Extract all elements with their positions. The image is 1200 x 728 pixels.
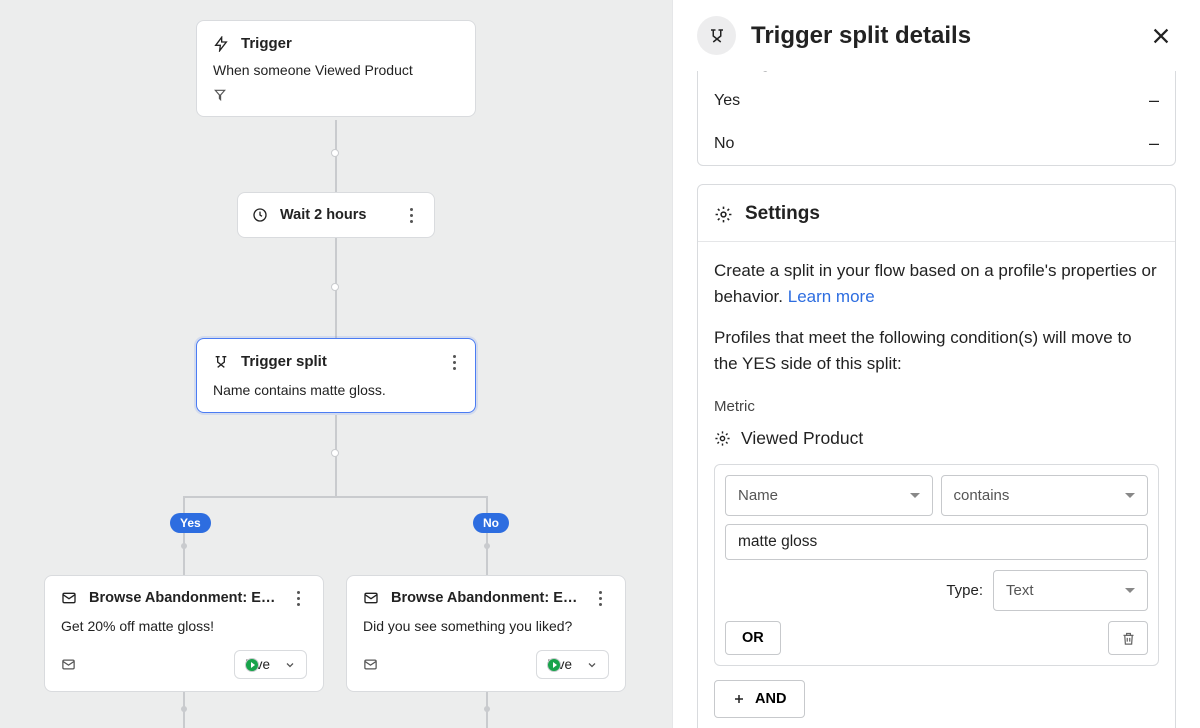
split-icon: [697, 16, 736, 55]
operator-dropdown[interactable]: contains: [941, 475, 1149, 516]
trigger-node[interactable]: Trigger When someone Viewed Product: [196, 20, 476, 117]
connector-dot: [331, 449, 339, 457]
waiting-label: Waiting: [714, 71, 770, 73]
settings-description-2: Profiles that meet the following conditi…: [714, 325, 1159, 378]
email-no-menu-button[interactable]: [591, 591, 609, 606]
email-yes-menu-button[interactable]: [289, 591, 307, 606]
type-dropdown[interactable]: Text: [993, 570, 1148, 611]
no-label: No: [714, 135, 734, 153]
split-subtitle: Name contains matte gloss.: [213, 382, 459, 398]
status-dropdown-no[interactable]: Live: [536, 650, 609, 679]
details-panel: Trigger split details Waiting Yes – No – S…: [672, 0, 1200, 728]
mail-icon: [61, 590, 77, 606]
stats-card: Waiting Yes – No –: [697, 71, 1176, 166]
type-label: Type:: [946, 579, 983, 602]
lightning-icon: [213, 36, 229, 52]
and-button[interactable]: AND: [714, 680, 805, 718]
learn-more-link[interactable]: Learn more: [788, 287, 875, 306]
split-icon: [213, 354, 229, 370]
connector: [183, 496, 185, 575]
no-value: –: [1149, 133, 1159, 154]
chevron-down-icon: [1125, 588, 1135, 593]
mail-small-icon: [61, 657, 76, 672]
connector-small-dot: [484, 543, 490, 549]
yes-label: Yes: [714, 92, 740, 110]
connector-small-dot: [181, 543, 187, 549]
clock-icon: [252, 207, 268, 223]
email-title: Browse Abandonment: Email…: [89, 590, 277, 606]
trigger-split-node[interactable]: Trigger split Name contains matte gloss.: [196, 338, 476, 413]
trigger-subtitle: When someone Viewed Product: [213, 62, 459, 78]
connector-small-dot: [181, 706, 187, 712]
chevron-down-icon: [1125, 493, 1135, 498]
close-button[interactable]: [1150, 25, 1172, 47]
settings-title: Settings: [745, 203, 820, 225]
connector-dot: [331, 283, 339, 291]
metric-label: Metric: [714, 395, 1159, 418]
gear-icon: [714, 205, 733, 224]
connector: [486, 496, 488, 575]
condition-card: Name contains Type: Text OR: [714, 464, 1159, 667]
status-live-dot: [547, 658, 561, 672]
wait-menu-button[interactable]: [402, 208, 420, 223]
connector: [183, 496, 487, 498]
status-live-dot: [245, 658, 259, 672]
mail-icon: [363, 590, 379, 606]
filter-icon: [213, 88, 459, 102]
mail-small-icon: [363, 657, 378, 672]
email-title: Browse Abandonment: Email…: [391, 590, 579, 606]
field-dropdown[interactable]: Name: [725, 475, 933, 516]
chevron-down-icon: [284, 659, 296, 671]
chevron-down-icon: [586, 659, 598, 671]
branch-label-no: No: [473, 513, 509, 533]
connector-dot: [331, 149, 339, 157]
email-subtitle: Get 20% off matte gloss!: [61, 618, 307, 634]
flow-canvas[interactable]: Yes No Trigger When someone Viewed Produ…: [0, 0, 672, 728]
yes-value: –: [1149, 90, 1159, 111]
or-button[interactable]: OR: [725, 621, 781, 655]
email-node-yes[interactable]: Browse Abandonment: Email… Get 20% off m…: [44, 575, 324, 692]
value-input[interactable]: [725, 524, 1148, 560]
email-node-no[interactable]: Browse Abandonment: Email… Did you see s…: [346, 575, 626, 692]
split-title: Trigger split: [241, 353, 327, 370]
panel-title: Trigger split details: [751, 22, 1135, 50]
trigger-title: Trigger: [241, 35, 292, 52]
status-dropdown-yes[interactable]: Live: [234, 650, 307, 679]
wait-node[interactable]: Wait 2 hours: [237, 192, 435, 238]
branch-label-yes: Yes: [170, 513, 211, 533]
split-menu-button[interactable]: [445, 355, 463, 370]
settings-card: Settings Create a split in your flow bas…: [697, 184, 1176, 728]
email-subtitle: Did you see something you liked?: [363, 618, 609, 634]
wait-label: Wait 2 hours: [280, 207, 390, 223]
gear-icon: [714, 430, 731, 447]
delete-condition-button[interactable]: [1108, 621, 1148, 655]
settings-description: Create a split in your flow based on a p…: [714, 258, 1159, 311]
connector-small-dot: [484, 706, 490, 712]
chevron-down-icon: [910, 493, 920, 498]
metric-value: Viewed Product: [741, 425, 863, 452]
